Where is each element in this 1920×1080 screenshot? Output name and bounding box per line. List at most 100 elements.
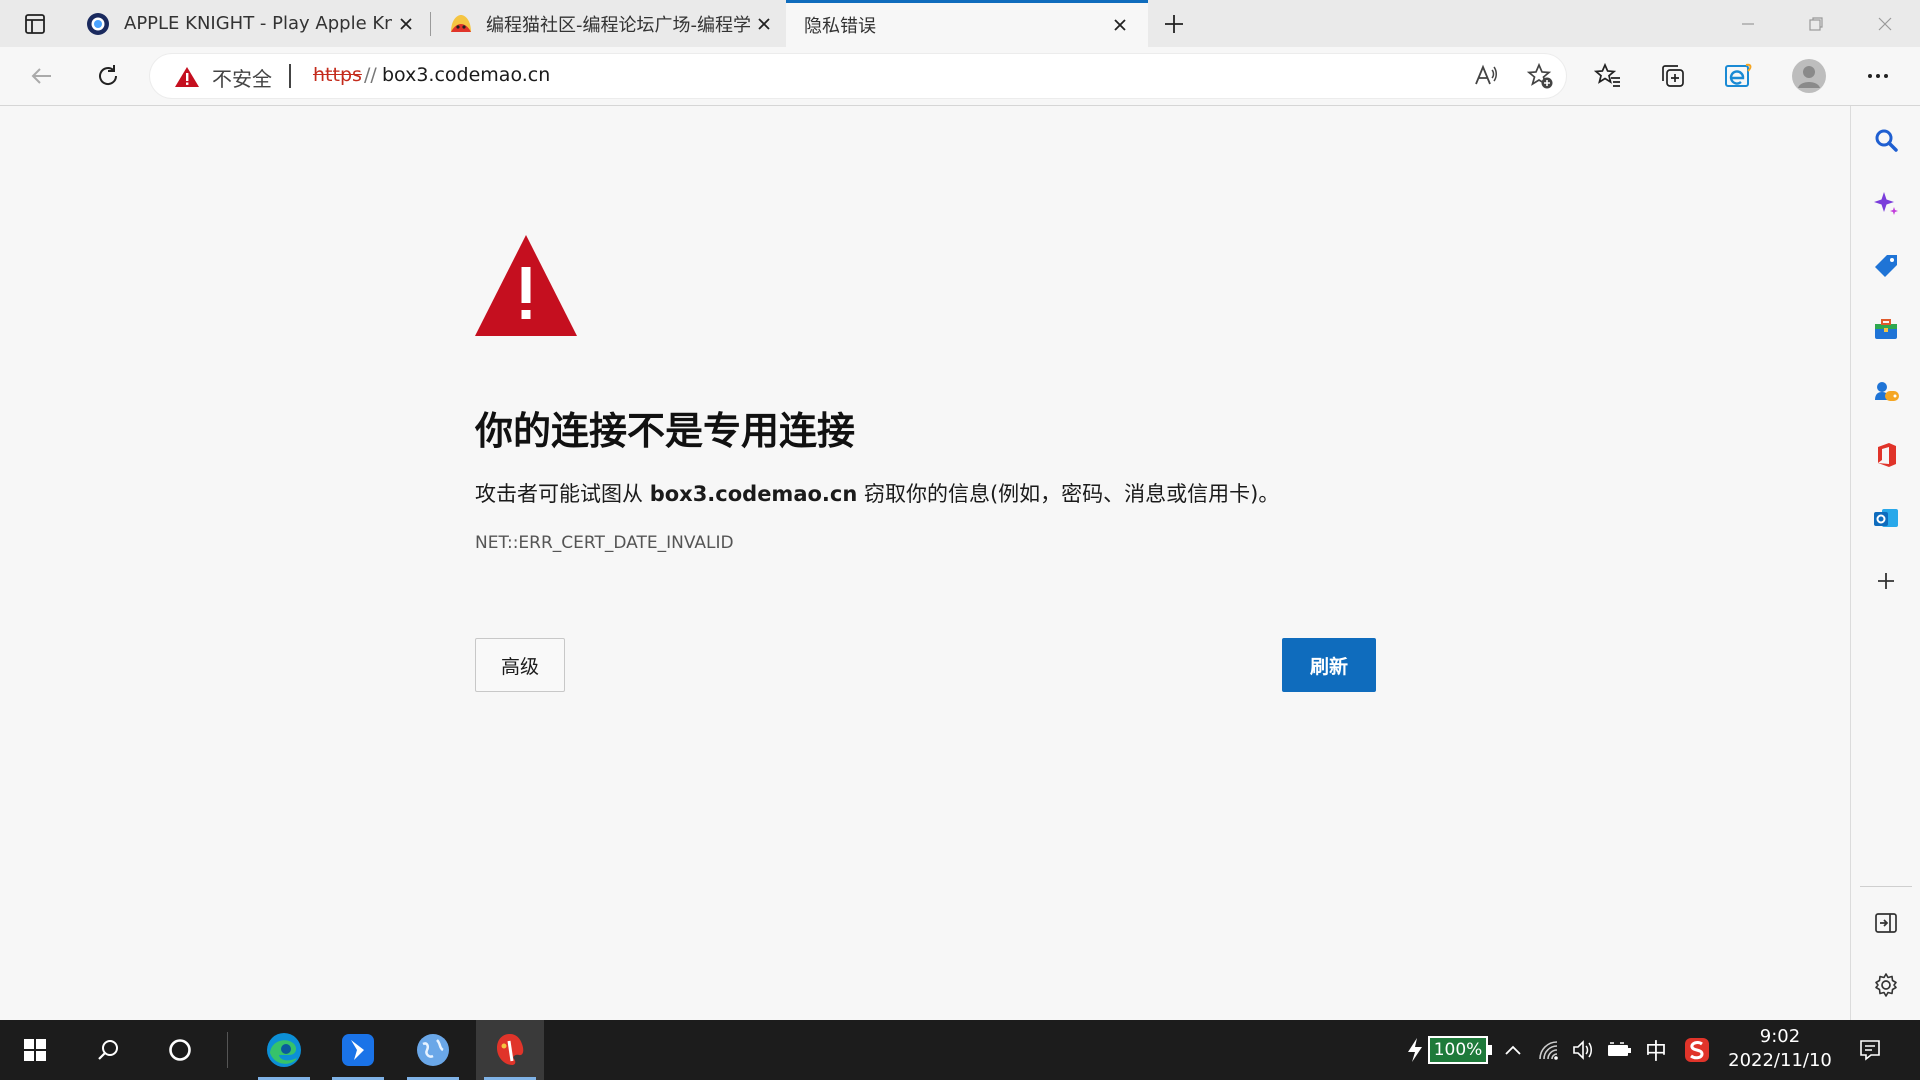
restore-icon xyxy=(1809,16,1823,31)
collections-button[interactable] xyxy=(1651,54,1695,98)
sidebar-office-button[interactable] xyxy=(1864,433,1908,477)
taskbar-app-browser[interactable] xyxy=(403,1020,463,1080)
taskbar-app-active[interactable] xyxy=(476,1020,544,1080)
tab-apple-knight[interactable]: APPLE KNIGHT - Play Apple Knig xyxy=(70,0,428,47)
ime-indicator[interactable]: 中 xyxy=(1640,1020,1672,1080)
plus-icon xyxy=(1878,573,1894,589)
tab-strip: APPLE KNIGHT - Play Apple Knig 编程猫社区-编程论… xyxy=(0,0,1920,47)
notification-center-button[interactable] xyxy=(1848,1020,1892,1080)
tab-close-button[interactable] xyxy=(750,10,778,38)
sogou-ime-button[interactable] xyxy=(1680,1020,1714,1080)
notification-icon xyxy=(1860,1040,1880,1061)
globe-app-icon xyxy=(417,1034,449,1066)
tab-actions-button[interactable] xyxy=(13,2,57,46)
close-window-button[interactable] xyxy=(1850,0,1920,47)
ime-label: 中 xyxy=(1644,1040,1667,1065)
plus-icon xyxy=(1165,15,1183,33)
tab-codemao-community[interactable]: 编程猫社区-编程论坛广场-编程学 xyxy=(432,0,786,47)
favorites-button[interactable] xyxy=(1586,54,1630,98)
add-favorite-button[interactable] xyxy=(1518,54,1562,98)
address-divider xyxy=(289,64,291,88)
toolbar: 不安全 https // box3.codemao.cn xyxy=(0,47,1920,106)
speaker-icon xyxy=(1573,1040,1592,1060)
ie-mode-button[interactable] xyxy=(1716,54,1760,98)
minimize-button[interactable] xyxy=(1713,0,1783,47)
search-icon xyxy=(98,1040,118,1060)
tray-overflow-button[interactable] xyxy=(1498,1020,1528,1080)
shopping-tag-icon xyxy=(1875,255,1897,277)
error-description-prefix: 攻击者可能试图从 xyxy=(475,482,650,506)
address-bar[interactable]: 不安全 https // box3.codemao.cn xyxy=(150,54,1566,98)
avatar xyxy=(1792,59,1826,93)
url-host: box3.codemao.cn xyxy=(382,64,551,86)
sparkle-icon xyxy=(1874,192,1898,215)
sidebar-discover-button[interactable] xyxy=(1864,181,1908,225)
favorites-icon xyxy=(1594,62,1620,87)
windows-logo-icon xyxy=(24,1039,46,1061)
power-status-button[interactable] xyxy=(1603,1020,1635,1080)
error-title: 你的连接不是专用连接 xyxy=(475,409,856,453)
reload-button[interactable]: 刷新 xyxy=(1282,638,1376,692)
restore-button[interactable] xyxy=(1781,0,1851,47)
network-button[interactable] xyxy=(1534,1020,1564,1080)
error-description-host: box3.codemao.cn xyxy=(649,482,858,506)
settings-more-button[interactable] xyxy=(1856,54,1900,98)
cortana-circle-icon xyxy=(169,1039,191,1061)
sidebar-tools-button[interactable] xyxy=(1864,307,1908,351)
battery-nub xyxy=(1488,1045,1492,1055)
close-icon xyxy=(758,17,770,30)
volume-button[interactable] xyxy=(1568,1020,1598,1080)
cortana-button[interactable] xyxy=(155,1020,205,1080)
taskbar-search-button[interactable] xyxy=(84,1020,134,1080)
wifi-icon xyxy=(1539,1041,1558,1060)
advanced-button[interactable]: 高级 xyxy=(475,638,565,692)
taskbar-clock[interactable]: 9:02 2022/11/10 xyxy=(1720,1020,1840,1080)
windows-taskbar: 100% 中 9:02 2022/11/10 xyxy=(0,1020,1920,1080)
back-arrow-icon xyxy=(31,68,51,84)
sogou-ime-icon xyxy=(1685,1038,1709,1062)
tab-separator xyxy=(430,12,431,36)
warning-triangle-icon[interactable] xyxy=(174,66,200,88)
error-code: NET::ERR_CERT_DATE_INVALID xyxy=(475,533,734,553)
tab-close-button[interactable] xyxy=(392,10,420,38)
clock-date: 2022/11/10 xyxy=(1728,1050,1832,1071)
close-icon xyxy=(1114,19,1126,31)
taskbar-app-feishu[interactable] xyxy=(328,1020,388,1080)
tab-title: 隐私错误 xyxy=(804,16,876,37)
more-dots-icon xyxy=(1868,74,1888,78)
error-description-suffix: 窃取你的信息(例如，密码、消息或信用卡)。 xyxy=(857,482,1280,506)
url-scheme: https xyxy=(313,64,362,86)
tab-privacy-error[interactable]: 隐私错误 xyxy=(786,0,1148,47)
power-plug-icon xyxy=(1608,1042,1631,1056)
battery-indicator[interactable]: 100% xyxy=(1426,1020,1494,1080)
taskbar-divider xyxy=(227,1032,228,1068)
sidebar-games-button[interactable] xyxy=(1864,370,1908,414)
read-aloud-button[interactable] xyxy=(1464,54,1508,98)
new-tab-button[interactable] xyxy=(1152,2,1196,46)
url-scheme-separator: // xyxy=(364,64,377,86)
toolbox-icon xyxy=(1875,319,1897,339)
office-icon xyxy=(1878,443,1896,467)
ie-mode-icon xyxy=(1725,63,1752,87)
sidebar-settings-button[interactable] xyxy=(1864,963,1908,1007)
back-button[interactable] xyxy=(20,54,64,98)
sidebar-shopping-button[interactable] xyxy=(1864,244,1908,288)
tab-close-button[interactable] xyxy=(1106,11,1134,39)
profile-button[interactable] xyxy=(1787,54,1831,98)
start-button[interactable] xyxy=(10,1020,60,1080)
minimize-icon xyxy=(1742,22,1754,25)
bird-app-icon xyxy=(342,1034,374,1066)
search-icon xyxy=(1875,129,1898,152)
security-status-label[interactable]: 不安全 xyxy=(212,63,272,92)
collections-icon xyxy=(1662,65,1684,87)
taskbar-app-edge[interactable] xyxy=(254,1020,314,1080)
refresh-button[interactable] xyxy=(86,54,130,98)
sidebar-collapse-icon xyxy=(1875,913,1897,933)
sidebar-search-button[interactable] xyxy=(1864,118,1908,162)
sidebar-collapse-button[interactable] xyxy=(1864,901,1908,945)
sidebar-outlook-button[interactable] xyxy=(1864,496,1908,540)
sidebar-add-button[interactable] xyxy=(1864,559,1908,603)
clock-time: 9:02 xyxy=(1759,1026,1801,1047)
charging-icon[interactable] xyxy=(1402,1020,1428,1080)
tab-title: APPLE KNIGHT - Play Apple Knig xyxy=(124,13,392,34)
